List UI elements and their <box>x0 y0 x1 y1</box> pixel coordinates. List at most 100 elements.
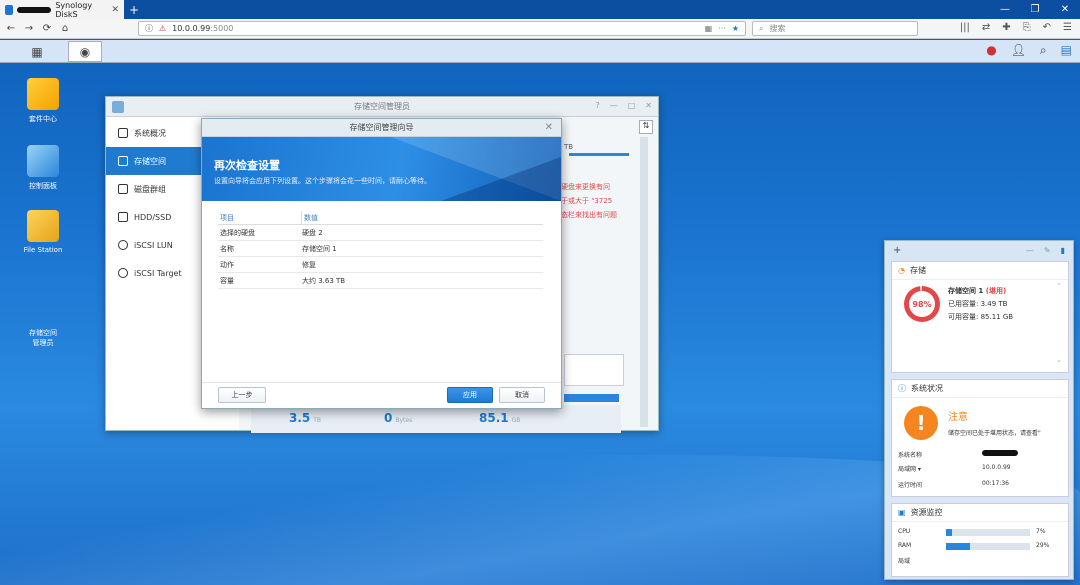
stat-used: 3.5 TB <box>289 411 322 425</box>
widget-title: 系统状况 <box>911 384 943 393</box>
desktop-icon-package-center[interactable]: 套件中心 <box>8 78 78 124</box>
chevron-down-icon[interactable]: ⌄ <box>1056 356 1062 364</box>
close-tab-icon[interactable]: ✕ <box>111 5 119 15</box>
taskbar-storage-manager-button[interactable]: ◉ <box>68 41 102 62</box>
row-value: 硬盘 2 <box>302 228 323 237</box>
maximize-icon[interactable]: □ <box>628 101 636 110</box>
desktop-icon-control-panel[interactable]: 控制面板 <box>8 145 78 191</box>
new-tab-button[interactable]: + <box>124 3 144 17</box>
uptime-label: 运行时间 <box>898 482 923 489</box>
search-box[interactable]: ⌕ 搜索 <box>752 21 918 36</box>
page-actions-icon[interactable]: ··· <box>718 24 726 33</box>
cpu-bar <box>946 529 1030 536</box>
ram-value: 29% <box>1036 542 1050 549</box>
warning-text-fragment: 于或大于 "3725 <box>561 197 613 205</box>
cpu-value: 7% <box>1036 528 1046 535</box>
usage-percent: 98% <box>909 291 935 317</box>
synology-favicon-icon <box>5 4 14 15</box>
warning-text-fragment: 态栏来找出有问题 <box>561 211 617 219</box>
close-icon[interactable]: ✕ <box>645 101 652 110</box>
dialog-titlebar[interactable]: 存储空间管理向导 ✕ <box>202 119 561 137</box>
tab-title: Synology DiskS <box>55 0 93 19</box>
redacted-text <box>982 450 1018 456</box>
grid-icon: ▦ <box>31 44 43 59</box>
desktop-icon-storage-manager[interactable]: 存储空间 管理员 <box>8 276 78 356</box>
row-item: 名称 <box>220 244 234 253</box>
widget-panel: + — ✎ ▮ ◔ 存储 98% 存储空间 1 (堪用) 已用容量: 3.49 T… <box>884 240 1074 580</box>
desktop-icon-file-station[interactable]: File Station <box>8 210 78 254</box>
window-titlebar[interactable]: 存储空间管理员 ? — □ ✕ <box>106 97 658 117</box>
main-menu-button[interactable]: ▦ <box>20 41 54 62</box>
scrollbar[interactable] <box>640 137 648 427</box>
minimize-icon[interactable]: — <box>610 101 618 110</box>
warning-text-fragment: 硬盘来更换有问 <box>561 183 610 191</box>
forward-arrow-icon[interactable]: → <box>22 23 36 34</box>
row-value: 存储空间 1 <box>302 244 337 253</box>
row-item: 选择的硬盘 <box>220 228 255 237</box>
dialog-banner: 再次检查设置 设置向导将会应用下列设置。这个步骤将会花一些时间，请耐心等待。 <box>202 137 561 201</box>
undo-icon[interactable]: ↶ <box>1043 22 1051 33</box>
dsm-taskbar: ▦ ◉ ● 👤︎ ⌕ ▤ <box>0 40 1080 63</box>
volume-icon <box>118 156 128 166</box>
browser-tab[interactable]: Synology DiskS ✕ <box>0 0 124 19</box>
apply-button[interactable]: 应用 <box>447 387 493 403</box>
dock-icon[interactable]: ▮ <box>1061 246 1065 255</box>
restore-window-icon[interactable]: ❐ <box>1020 4 1050 15</box>
used-capacity: 已用容量: 3.49 TB <box>948 300 1008 308</box>
minimize-icon[interactable]: — <box>1026 246 1034 255</box>
sidebar-item-label: 磁盘群组 <box>134 184 166 194</box>
desktop-icon-label: 控制面板 <box>29 182 57 190</box>
lan-ip: 10.0.0.99 <box>982 464 1011 471</box>
search-placeholder: 搜索 <box>769 24 786 33</box>
menu-icon[interactable]: ☰ <box>1063 22 1072 33</box>
screenshot-icon[interactable]: ⎘ <box>1023 22 1031 33</box>
extension-icon[interactable]: ✚ <box>1002 22 1010 33</box>
add-widget-icon[interactable]: + <box>893 245 901 256</box>
health-message: 储存空间已处于堪用状态，请查看" <box>948 430 1041 437</box>
sysname-label: 系统名称 <box>898 452 923 459</box>
close-icon[interactable]: ✕ <box>545 119 553 137</box>
help-icon[interactable]: ? <box>595 101 599 110</box>
table-header: 项目 数值 <box>218 210 543 225</box>
notification-icon[interactable]: ● <box>986 43 996 58</box>
lan-label[interactable]: 局域网 ▾ <box>898 464 921 473</box>
stat-zero: 0 Bytes <box>384 411 413 425</box>
sidebar-item-label: iSCSI Target <box>134 268 182 278</box>
row-item: 动作 <box>220 260 234 269</box>
pin-icon[interactable]: ✎ <box>1044 246 1051 255</box>
library-icon[interactable]: ||| <box>960 22 970 33</box>
folder-icon <box>27 210 59 242</box>
chevron-up-icon[interactable]: ⌃ <box>1056 282 1062 290</box>
table-row: 容量 大约 3.63 TB <box>218 273 543 289</box>
close-window-icon[interactable]: ✕ <box>1050 4 1080 15</box>
table-row: 名称 存储空间 1 <box>218 241 543 257</box>
back-button[interactable]: 上一步 <box>218 387 266 403</box>
cpu-label: CPU <box>898 528 911 535</box>
address-bar[interactable]: ⓘ ⚠ 10.0.0.99:5000 ▦ ··· ★ <box>138 21 746 36</box>
minimize-window-icon[interactable]: — <box>990 4 1020 15</box>
reload-icon[interactable]: ⟳ <box>40 23 54 34</box>
home-icon[interactable]: ⌂ <box>58 23 72 34</box>
cancel-button[interactable]: 取消 <box>499 387 545 403</box>
disk-group-icon <box>118 184 128 194</box>
browser-tab-bar: Synology DiskS ✕ + — ❐ ✕ <box>0 0 1080 19</box>
table-row: 动作 修复 <box>218 257 543 273</box>
insecure-lock-icon: ⚠ <box>159 24 167 33</box>
redacted-text <box>17 6 52 13</box>
qr-icon[interactable]: ▦ <box>705 24 713 33</box>
back-arrow-icon[interactable]: ← <box>4 23 18 34</box>
sync-icon[interactable]: ⇄ <box>982 22 990 33</box>
search-icon[interactable]: ⌕ <box>1040 43 1047 58</box>
row-value: 大约 3.63 TB <box>302 276 346 285</box>
widgets-icon[interactable]: ▤ <box>1061 43 1072 58</box>
desktop-icon-label: 存储空间 管理员 <box>29 329 57 347</box>
site-info-icon[interactable]: ⓘ <box>145 23 153 34</box>
sort-icon[interactable]: ⇅ <box>639 120 653 134</box>
row-item: 容量 <box>220 276 234 285</box>
row-value: 修复 <box>302 260 316 269</box>
url-port: :5000 <box>210 24 234 33</box>
info-icon: ⓘ <box>898 384 906 393</box>
dialog-title: 存储空间管理向导 <box>349 123 414 132</box>
bookmark-star-icon[interactable]: ★ <box>732 24 739 33</box>
user-icon[interactable]: 👤︎ <box>1011 43 1026 58</box>
